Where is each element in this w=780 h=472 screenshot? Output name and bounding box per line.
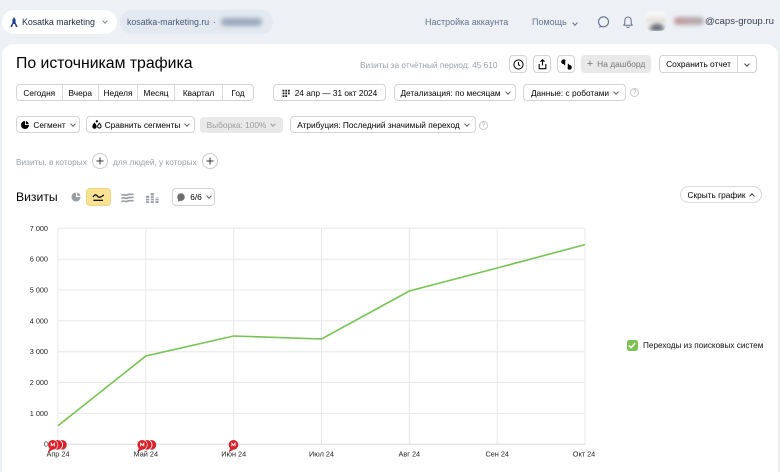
svg-text:Окт 24: Окт 24 <box>573 450 595 459</box>
svg-text:4 000: 4 000 <box>30 316 48 325</box>
svg-text:Май 24: Май 24 <box>134 450 158 459</box>
svg-text:5 000: 5 000 <box>30 286 48 295</box>
svg-text:Июн 24: Июн 24 <box>221 450 246 459</box>
svg-text:0: 0 <box>44 440 48 449</box>
svg-text:Авг 24: Авг 24 <box>399 450 421 459</box>
svg-text:1 000: 1 000 <box>30 409 48 418</box>
svg-text:2 000: 2 000 <box>30 378 48 387</box>
svg-text:6 000: 6 000 <box>30 255 48 264</box>
svg-text:3 000: 3 000 <box>30 347 48 356</box>
svg-text:7 000: 7 000 <box>30 224 48 233</box>
svg-text:Сен 24: Сен 24 <box>485 450 509 459</box>
svg-text:Июл 24: Июл 24 <box>309 450 334 459</box>
